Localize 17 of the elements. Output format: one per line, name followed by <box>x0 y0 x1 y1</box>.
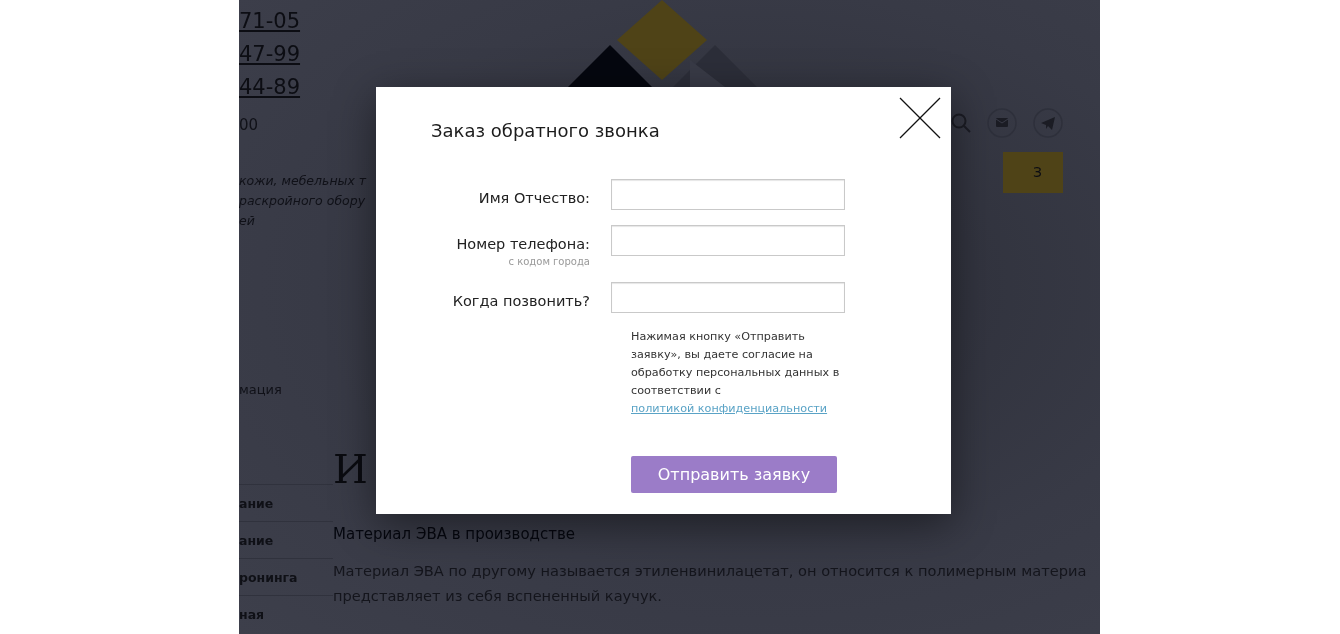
input-field[interactable] <box>611 179 845 210</box>
field-hint: с кодом города <box>508 256 590 267</box>
send-icon[interactable] <box>1033 108 1063 138</box>
field-label: Имя Отчество: <box>478 189 590 208</box>
privacy-policy-link[interactable]: политикой конфиденциальности <box>631 402 828 415</box>
submit-button[interactable]: Отправить заявку <box>631 456 837 493</box>
consent-text: Нажимая кнопку «Отправить заявку», вы даете согласие на обработку персональных данных в соответствии с политикой конфиденциальности <box>631 329 841 417</box>
mail-icon[interactable] <box>987 108 1017 138</box>
close-button[interactable] <box>899 97 941 139</box>
input-field[interactable] <box>611 225 845 256</box>
input-field[interactable] <box>611 282 845 313</box>
field-label: Когда позвонить? <box>452 292 590 311</box>
article-heading: И <box>333 445 368 493</box>
modal-title: Заказ обратного звонка <box>431 120 660 142</box>
action-button[interactable]: З <box>1003 152 1063 193</box>
field-label: Номер телефона: <box>456 235 590 254</box>
search-icon[interactable] <box>951 113 971 133</box>
